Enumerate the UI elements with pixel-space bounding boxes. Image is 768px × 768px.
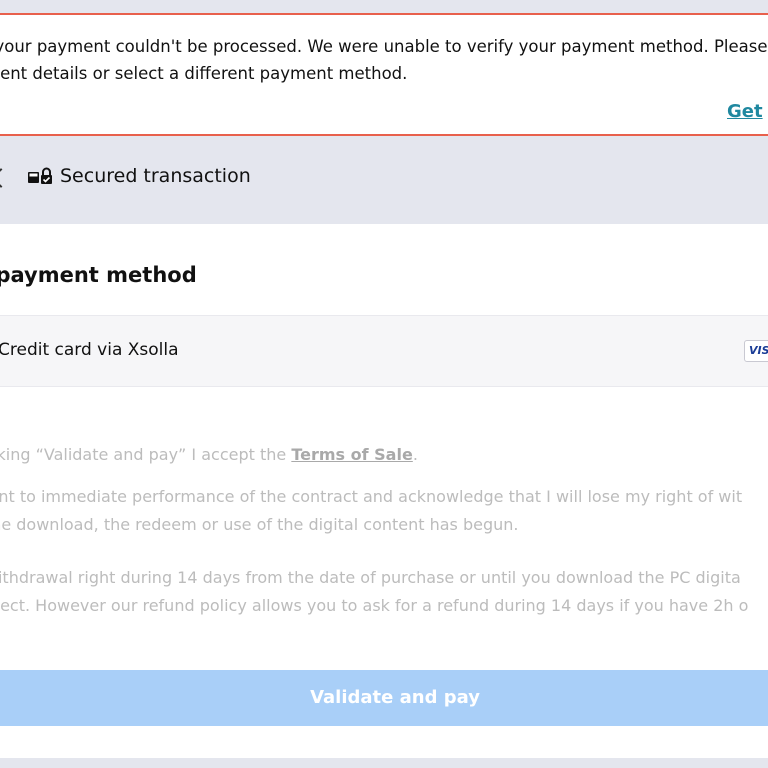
payment-panel: a payment method Credit card via Xsolla … — [0, 224, 768, 758]
error-message-line-2: ment details or select a different payme… — [0, 64, 408, 83]
withdrawal-line-1: a withdrawal right during 14 days from t… — [0, 568, 741, 587]
terms-acceptance-text: clicking “Validate and pay” I accept the… — [0, 441, 768, 469]
chevron-left-icon[interactable] — [0, 168, 11, 188]
terms-text-before: clicking “Validate and pay” I accept the — [0, 445, 292, 464]
consent-line-1: nsent to immediate performance of the co… — [0, 487, 743, 506]
error-message-line-1: , your payment couldn't be processed. We… — [0, 37, 768, 56]
payment-option-credit-card[interactable]: Credit card via Xsolla VISA — [0, 315, 768, 387]
performance-consent-text: nsent to immediate performance of the co… — [0, 483, 768, 539]
secured-transaction-bar: Secured transaction — [0, 138, 768, 224]
payment-method-title: a payment method — [0, 263, 197, 287]
withdrawal-right-text: a withdrawal right during 14 days from t… — [0, 564, 768, 620]
visa-logo-icon: VISA — [744, 340, 768, 362]
lock-icon — [28, 167, 52, 184]
error-message: , your payment couldn't be processed. We… — [0, 33, 768, 87]
consent-line-2: e the download, the redeem or use of the… — [0, 515, 519, 534]
payment-option-label: Credit card via Xsolla — [0, 340, 179, 360]
secured-transaction-label: Secured transaction — [60, 165, 251, 187]
page-top-strip — [0, 0, 768, 14]
terms-text-after: . — [412, 445, 418, 464]
help-link[interactable]: Get — [727, 101, 763, 122]
withdrawal-line-2: onnect. However our refund policy allows… — [0, 596, 749, 615]
terms-of-sale-link[interactable]: Terms of Sale — [291, 445, 412, 464]
validate-and-pay-button[interactable]: Validate and pay — [0, 670, 768, 726]
payment-error-banner: , your payment couldn't be processed. We… — [0, 13, 768, 136]
